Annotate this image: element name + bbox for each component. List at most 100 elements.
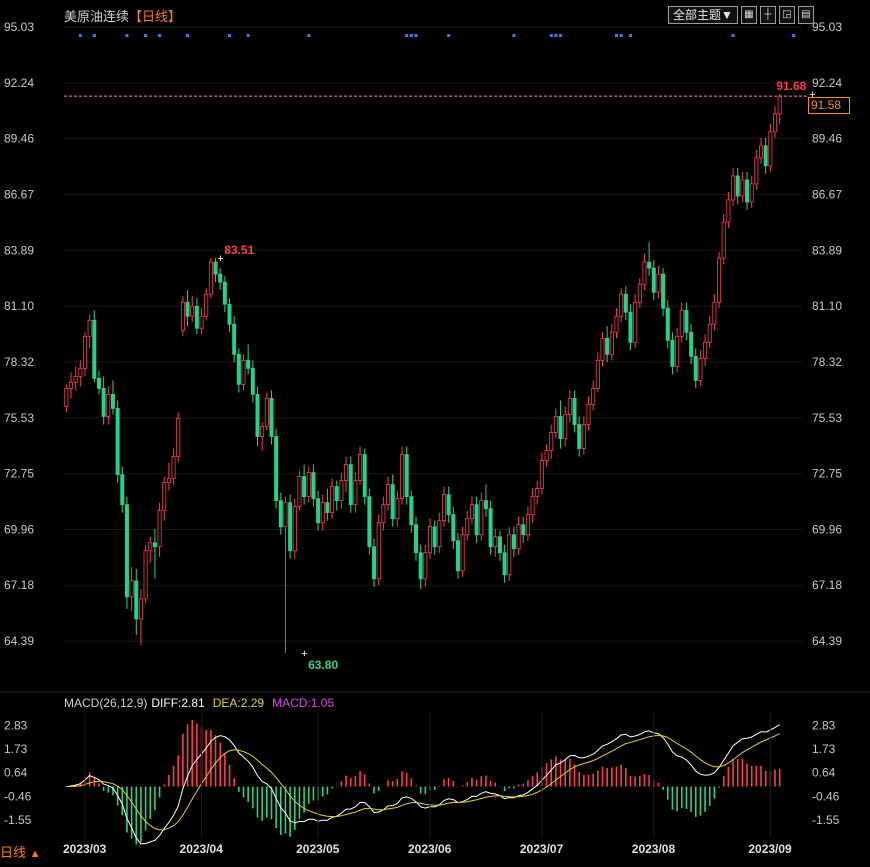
candle-body	[651, 267, 656, 293]
event-marker	[614, 34, 618, 37]
candle-body	[390, 484, 395, 520]
candle-body	[749, 183, 754, 203]
candle-body	[120, 474, 125, 506]
chart-expand-icon[interactable]: ◲	[778, 6, 795, 24]
candle-body	[325, 502, 330, 514]
candle-body	[507, 534, 512, 576]
price-tick-left: 75.53	[4, 411, 34, 425]
candle-body	[656, 273, 661, 293]
candle-body	[96, 377, 101, 389]
event-marker	[158, 34, 162, 37]
high-price-label: 91.68	[776, 79, 806, 93]
candle-body	[665, 307, 670, 341]
chart-title: 美原油连续【日线】	[64, 6, 181, 25]
candle-body	[497, 536, 502, 554]
candle-body	[465, 518, 470, 536]
candle-body	[455, 540, 460, 572]
candle-body	[278, 500, 283, 528]
candle-body	[348, 464, 353, 506]
candle-body	[633, 301, 638, 343]
candle-body	[605, 337, 610, 355]
candle-body	[68, 381, 73, 389]
price-tick-right: 75.53	[812, 411, 842, 425]
candle-body	[372, 546, 377, 580]
candle-body	[516, 524, 521, 550]
candle-body	[222, 281, 227, 305]
candle-body	[194, 305, 199, 329]
candle-body	[78, 367, 83, 377]
candle-body	[661, 273, 666, 309]
macd-tick-right: 2.83	[812, 718, 836, 732]
candle-body	[418, 552, 423, 580]
chart-canvas[interactable]: 95.03 95.03 92.24 92.24 89.46 89.46 86.67 86.67…	[0, 0, 870, 867]
high-price-label: 83.51	[224, 243, 254, 257]
candle-body	[609, 331, 614, 355]
grid-icon[interactable]: ▦	[740, 6, 757, 24]
candle-body	[754, 157, 759, 185]
event-marker	[731, 34, 735, 37]
candle-body	[521, 524, 526, 536]
period-tab-label: 日线	[0, 845, 27, 860]
price-tick-left: 86.67	[4, 188, 34, 202]
event-marker	[144, 34, 148, 37]
candle-body	[92, 319, 97, 379]
candle-body	[717, 257, 722, 303]
price-tick-right: 89.46	[812, 132, 842, 146]
candle-body	[614, 315, 619, 333]
candle-body	[138, 598, 143, 620]
chart-layout-icon[interactable]: ▤	[797, 6, 814, 24]
extreme-marker: +	[301, 648, 307, 660]
candle-body	[675, 335, 680, 367]
candle-body	[623, 293, 628, 313]
candle-body	[558, 416, 563, 439]
candle-body	[199, 315, 204, 329]
candle-body	[320, 502, 325, 524]
macd-tick-left: -0.46	[4, 790, 32, 804]
candle-body	[572, 398, 577, 425]
candle-body	[250, 367, 255, 395]
candle-body	[483, 500, 488, 510]
event-marker	[307, 34, 311, 37]
candle-body	[703, 341, 708, 359]
candle-body	[246, 359, 251, 369]
candle-body	[316, 498, 321, 524]
candle-body	[208, 261, 213, 295]
candle-body	[591, 387, 596, 405]
candle-body	[586, 404, 591, 425]
candle-body	[204, 293, 209, 317]
candle-body	[539, 460, 544, 490]
candle-body	[288, 502, 293, 552]
date-tick: 2023/09	[748, 842, 792, 856]
candle-body	[619, 293, 624, 317]
candle-body	[427, 526, 432, 554]
period-tab[interactable]: 日线 ▲	[0, 842, 41, 861]
candle-body	[344, 464, 349, 481]
candle-body	[493, 536, 498, 548]
chart-toolbar: 全部主题▼ ▦ ┼ ◲ ▤	[668, 6, 814, 24]
candle-body	[637, 283, 642, 303]
candle-body	[82, 335, 87, 369]
macd-dea-value: DEA:2.29	[212, 696, 265, 710]
event-marker	[554, 34, 558, 37]
candle-body	[549, 432, 554, 451]
candle-body	[684, 309, 689, 333]
candle-body	[647, 261, 652, 269]
macd-tick-left: 1.73	[4, 742, 28, 756]
date-tick: 2023/04	[180, 842, 224, 856]
candle-body	[404, 454, 409, 498]
candle-body	[185, 301, 190, 317]
price-tick-left: 95.03	[4, 20, 34, 34]
candle-body	[628, 311, 633, 343]
crosshair-icon[interactable]: ┼	[759, 6, 776, 24]
price-tick-right: 95.03	[812, 20, 842, 34]
event-marker	[409, 34, 413, 37]
candle-body	[236, 353, 241, 385]
candle-body	[395, 498, 400, 520]
candle-body	[581, 424, 586, 449]
candle-body	[763, 145, 768, 167]
candle-body	[101, 387, 106, 417]
price-tick-left: 81.10	[4, 299, 34, 313]
price-tick-right: 78.32	[812, 355, 842, 369]
price-tick-right: 81.10	[812, 299, 842, 313]
theme-dropdown-button[interactable]: 全部主题▼	[668, 6, 738, 24]
